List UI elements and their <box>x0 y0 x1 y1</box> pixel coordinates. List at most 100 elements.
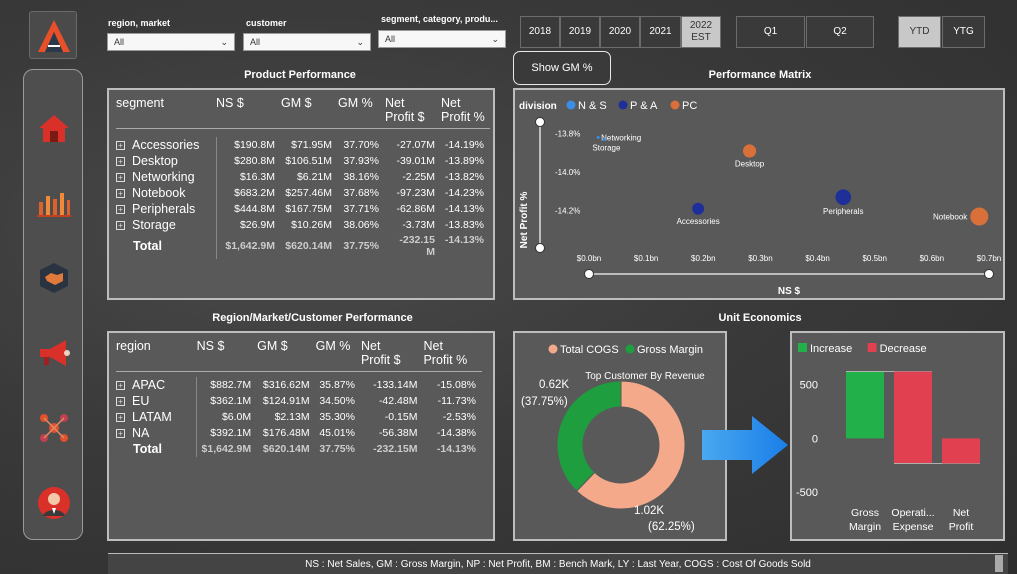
col-header-net-profit-pct[interactable]: Net Profit % <box>441 96 490 129</box>
table-total-row: Total $1,642.9M $620.14M 37.75% -232.15 … <box>116 232 490 259</box>
product-performance-panel: segment NS $ GM $ GM % Net Profit $ Net … <box>107 88 495 300</box>
col-header-segment[interactable]: segment <box>116 96 216 129</box>
expand-icon[interactable]: + <box>116 428 125 438</box>
expand-icon[interactable]: + <box>116 380 125 390</box>
customer-dropdown[interactable]: All ⌄ <box>243 33 371 51</box>
gm-value: $257.46M <box>285 186 332 199</box>
y-axis-label: Net Profit % <box>519 192 530 249</box>
gm-value: $167.75M <box>285 202 332 215</box>
x-tick-label: $0.2bn <box>691 254 715 263</box>
region-market-dropdown[interactable]: All ⌄ <box>107 33 235 51</box>
segment-name: Storage <box>132 217 176 232</box>
col-header-ns[interactable]: NS $ <box>216 96 281 129</box>
expand-icon[interactable]: + <box>116 188 125 198</box>
quarter-button-q1[interactable]: Q1 <box>736 16 805 48</box>
expand-icon[interactable]: + <box>116 172 125 182</box>
ns-value: $26.9M <box>215 216 281 233</box>
waterfall-bar[interactable] <box>846 371 884 439</box>
nav-home-icon[interactable] <box>34 108 74 148</box>
year-button-2018[interactable]: 2018 <box>520 16 560 48</box>
net-profit-value: -27.07M <box>396 138 435 151</box>
region-performance-table: region NS $ GM $ GM % Net Profit $ Net P… <box>116 339 482 457</box>
table-row[interactable]: + EU $362.1M $124.91M 34.50% -42.48M -11.… <box>116 392 482 409</box>
segment-name: Desktop <box>132 153 178 168</box>
expand-icon[interactable]: + <box>116 140 125 150</box>
expand-icon[interactable]: + <box>116 412 125 422</box>
category-label: Profit <box>949 521 974 533</box>
nav-megaphone-icon[interactable] <box>34 333 74 373</box>
x-tick-label: $0.5bn <box>862 254 886 263</box>
gm-pct-value: 35.30% <box>319 410 355 423</box>
app-logo <box>29 11 77 59</box>
col-header-ns[interactable]: NS $ <box>197 339 257 372</box>
net-profit-value: -2.25M <box>402 170 435 183</box>
year-button-2022[interactable]: 2022 EST <box>681 16 721 48</box>
net-profit-value: -42.48M <box>378 394 418 407</box>
col-header-net-profit[interactable]: Net Profit $ <box>385 96 441 129</box>
table-row[interactable]: + LATAM $6.0M $2.13M 35.30% -0.15M -2.53% <box>116 408 482 425</box>
x-axis-ticks: $0.0bn $0.1bn $0.2bn $0.3bn $0.4bn $0.5bn $0.6… <box>577 254 1001 263</box>
expand-icon[interactable]: + <box>116 156 125 166</box>
scrollbar-thumb[interactable] <box>995 555 1003 572</box>
waterfall-bar[interactable] <box>894 371 932 464</box>
col-header-net-profit[interactable]: Net Profit $ <box>361 339 424 372</box>
show-gm-button[interactable]: Show GM % <box>513 51 611 85</box>
table-row[interactable]: + Peripherals $444.8M $167.75M 37.71% -62… <box>116 200 490 217</box>
nav-user-icon[interactable] <box>34 483 74 523</box>
col-header-gm[interactable]: GM $ <box>281 96 338 129</box>
y-range-slider-handle-top[interactable] <box>535 117 545 127</box>
ytd-button[interactable]: YTD <box>898 16 941 48</box>
expand-icon[interactable]: + <box>116 220 125 230</box>
expand-icon[interactable]: + <box>116 204 125 214</box>
scatter-point[interactable] <box>835 189 852 206</box>
col-header-gm-pct[interactable]: GM % <box>316 339 361 372</box>
nav-finance-icon[interactable] <box>34 183 74 223</box>
table-row[interactable]: + Storage $26.9M $10.26M 38.06% -3.73M -1… <box>116 216 490 233</box>
x-range-slider-handle-left[interactable] <box>584 269 594 279</box>
scatter-point[interactable] <box>970 207 989 226</box>
table-row[interactable]: + NA $392.1M $176.48M 45.01% -56.38M -14.… <box>116 424 482 441</box>
col-header-gm[interactable]: GM $ <box>257 339 315 372</box>
x-range-slider-handle-right[interactable] <box>984 269 994 279</box>
scatter-point[interactable] <box>602 137 606 141</box>
col-header-net-profit-pct[interactable]: Net Profit % <box>423 339 482 372</box>
segment-dropdown[interactable]: All ⌄ <box>378 30 506 48</box>
col-header-gm-pct[interactable]: GM % <box>338 96 385 129</box>
region-name: APAC <box>132 377 166 392</box>
ytg-button[interactable]: YTG <box>942 16 985 48</box>
scatter-point-label: Accessories <box>677 217 720 226</box>
legend-marker <box>798 343 807 352</box>
scatter-point[interactable] <box>742 144 757 158</box>
ns-value: $683.2M <box>215 184 281 201</box>
col-header-region[interactable]: region <box>116 339 197 372</box>
x-axis-label: NS $ <box>778 286 801 297</box>
gm-value: $124.91M <box>262 394 310 407</box>
waterfall-bar[interactable] <box>942 438 980 464</box>
year-button-2019[interactable]: 2019 <box>560 16 600 48</box>
table-row[interactable]: + Networking $16.3M $6.21M 38.16% -2.25M … <box>116 168 490 185</box>
category-label: Operati... <box>891 507 934 519</box>
arrow-right-icon <box>702 416 788 474</box>
table-row[interactable]: + Notebook $683.2M $257.46M 37.68% -97.23… <box>116 184 490 201</box>
gm-pct-value: 37.68% <box>343 186 379 199</box>
year-button-2020[interactable]: 2020 <box>600 16 640 48</box>
table-row[interactable]: + Accessories $190.8M $71.95M 37.70% -27.… <box>116 136 490 153</box>
net-profit-value: -3.73M <box>402 218 435 231</box>
nav-network-icon[interactable] <box>34 408 74 448</box>
total-net-profit: -232.15M <box>373 442 418 455</box>
year-button-2021[interactable]: 2021 <box>640 16 681 48</box>
net-profit-pct-value: -13.83% <box>444 218 484 231</box>
scatter-point[interactable] <box>596 135 600 139</box>
top-customer-donut-chart: Total COGS Gross Margin Top Customer By R… <box>521 344 705 533</box>
x-tick-label: $0.4bn <box>805 254 829 263</box>
table-row[interactable]: + APAC $882.7M $316.62M 35.87% -133.14M -… <box>116 376 482 393</box>
quarter-button-q2[interactable]: Q2 <box>806 16 874 48</box>
total-ns: $1,642.9M <box>196 440 258 457</box>
nav-handshake-icon[interactable] <box>34 258 74 298</box>
scatter-point[interactable] <box>692 202 705 215</box>
table-row[interactable]: + Desktop $280.8M $106.51M 37.93% -39.01M… <box>116 152 490 169</box>
expand-icon[interactable]: + <box>116 396 125 406</box>
y-range-slider-handle-bottom[interactable] <box>535 243 545 253</box>
region-market-value: All <box>114 37 125 47</box>
region-name: EU <box>132 393 150 408</box>
